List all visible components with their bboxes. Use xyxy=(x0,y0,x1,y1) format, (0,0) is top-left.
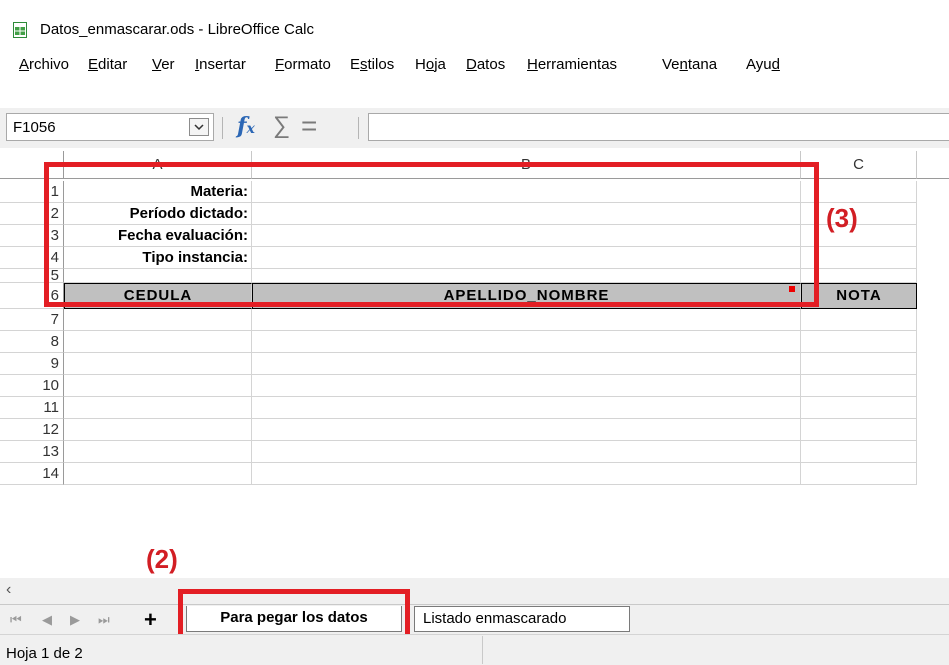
row-header[interactable]: 14 xyxy=(0,463,64,485)
cell-b8[interactable] xyxy=(252,331,801,353)
annotation-label-2: (2) xyxy=(146,544,178,574)
sum-icon[interactable]: ∑ xyxy=(273,112,290,140)
menu-ayuda[interactable]: Ayud xyxy=(746,56,780,73)
cell-a11[interactable] xyxy=(64,397,252,419)
menu-estilos[interactable]: Estilos xyxy=(350,56,394,73)
window-title: Datos_enmascarar.ods - LibreOffice Calc xyxy=(40,21,315,38)
row-header[interactable]: 13 xyxy=(0,441,64,463)
row-header[interactable]: 11 xyxy=(0,397,64,419)
cell-b11[interactable] xyxy=(252,397,801,419)
next-sheet-icon[interactable]: ▶ xyxy=(70,612,80,628)
scroll-left-icon[interactable]: ‹ xyxy=(6,581,11,599)
status-separator xyxy=(482,636,483,664)
cell-a13[interactable] xyxy=(64,441,252,463)
cell-c10[interactable] xyxy=(801,375,917,397)
cell-a12[interactable] xyxy=(64,419,252,441)
row-header[interactable]: 12 xyxy=(0,419,64,441)
sheet-tab-listado[interactable]: Listado enmascarado xyxy=(414,606,630,632)
cell-c11[interactable] xyxy=(801,397,917,419)
menu-bar: Archivo Editar Ver Insertar Formato Esti… xyxy=(0,56,949,80)
name-box-value: F1056 xyxy=(13,119,56,136)
row-header[interactable]: 7 xyxy=(0,309,64,331)
formula-icon[interactable]: = xyxy=(301,110,317,142)
cell-c8[interactable] xyxy=(801,331,917,353)
cell-b14[interactable] xyxy=(252,463,801,485)
calc-app-icon xyxy=(13,22,27,38)
annotation-box-header-fields xyxy=(44,162,819,307)
annotation-label-3: (3) xyxy=(826,203,858,233)
menu-insertar[interactable]: Insertar xyxy=(195,56,246,73)
name-box-dropdown[interactable] xyxy=(189,118,209,136)
cell-a9[interactable] xyxy=(64,353,252,375)
row-header[interactable]: 8 xyxy=(0,331,64,353)
add-sheet-icon[interactable]: + xyxy=(144,607,157,633)
cell-a14[interactable] xyxy=(64,463,252,485)
cell-c9[interactable] xyxy=(801,353,917,375)
separator xyxy=(222,117,223,139)
status-bar xyxy=(0,634,949,665)
cell-a8[interactable] xyxy=(64,331,252,353)
cell-c7[interactable] xyxy=(801,309,917,331)
cell-b9[interactable] xyxy=(252,353,801,375)
menu-formato[interactable]: Formato xyxy=(275,56,331,73)
cell-c12[interactable] xyxy=(801,419,917,441)
formula-input[interactable] xyxy=(368,113,949,141)
title-bar: Datos_enmascarar.ods - LibreOffice Calc xyxy=(0,0,949,40)
menu-hoja[interactable]: Hoja xyxy=(415,56,446,73)
separator xyxy=(358,117,359,139)
chevron-down-icon xyxy=(194,124,204,131)
menu-ventana[interactable]: Ventana xyxy=(662,56,717,73)
cell-a10[interactable] xyxy=(64,375,252,397)
menu-archivo[interactable]: Archivo xyxy=(19,56,69,73)
row-header[interactable]: 9 xyxy=(0,353,64,375)
menu-herramientas[interactable]: Herramientas xyxy=(527,56,617,73)
cell-b12[interactable] xyxy=(252,419,801,441)
prev-sheet-icon[interactable]: ◀ xyxy=(42,612,52,628)
cell-c13[interactable] xyxy=(801,441,917,463)
cell-b10[interactable] xyxy=(252,375,801,397)
menu-datos[interactable]: Datos xyxy=(466,56,505,73)
cell-a7[interactable] xyxy=(64,309,252,331)
cell-c14[interactable] xyxy=(801,463,917,485)
cell-b13[interactable] xyxy=(252,441,801,463)
menu-ver[interactable]: Ver xyxy=(152,56,175,73)
cell-b7[interactable] xyxy=(252,309,801,331)
menu-editar[interactable]: Editar xyxy=(88,56,127,73)
toolbar-area xyxy=(0,84,949,109)
row-header[interactable]: 10 xyxy=(0,375,64,397)
last-sheet-icon[interactable]: ⏭ xyxy=(98,612,110,628)
first-sheet-icon[interactable]: ⏮ xyxy=(10,612,22,628)
name-box[interactable]: F1056 xyxy=(6,113,214,141)
sheet-count-status: Hoja 1 de 2 xyxy=(6,645,83,662)
horizontal-scrollbar[interactable] xyxy=(0,578,949,604)
column-header-d[interactable] xyxy=(917,151,949,179)
function-wizard-icon[interactable]: fx xyxy=(237,113,255,139)
